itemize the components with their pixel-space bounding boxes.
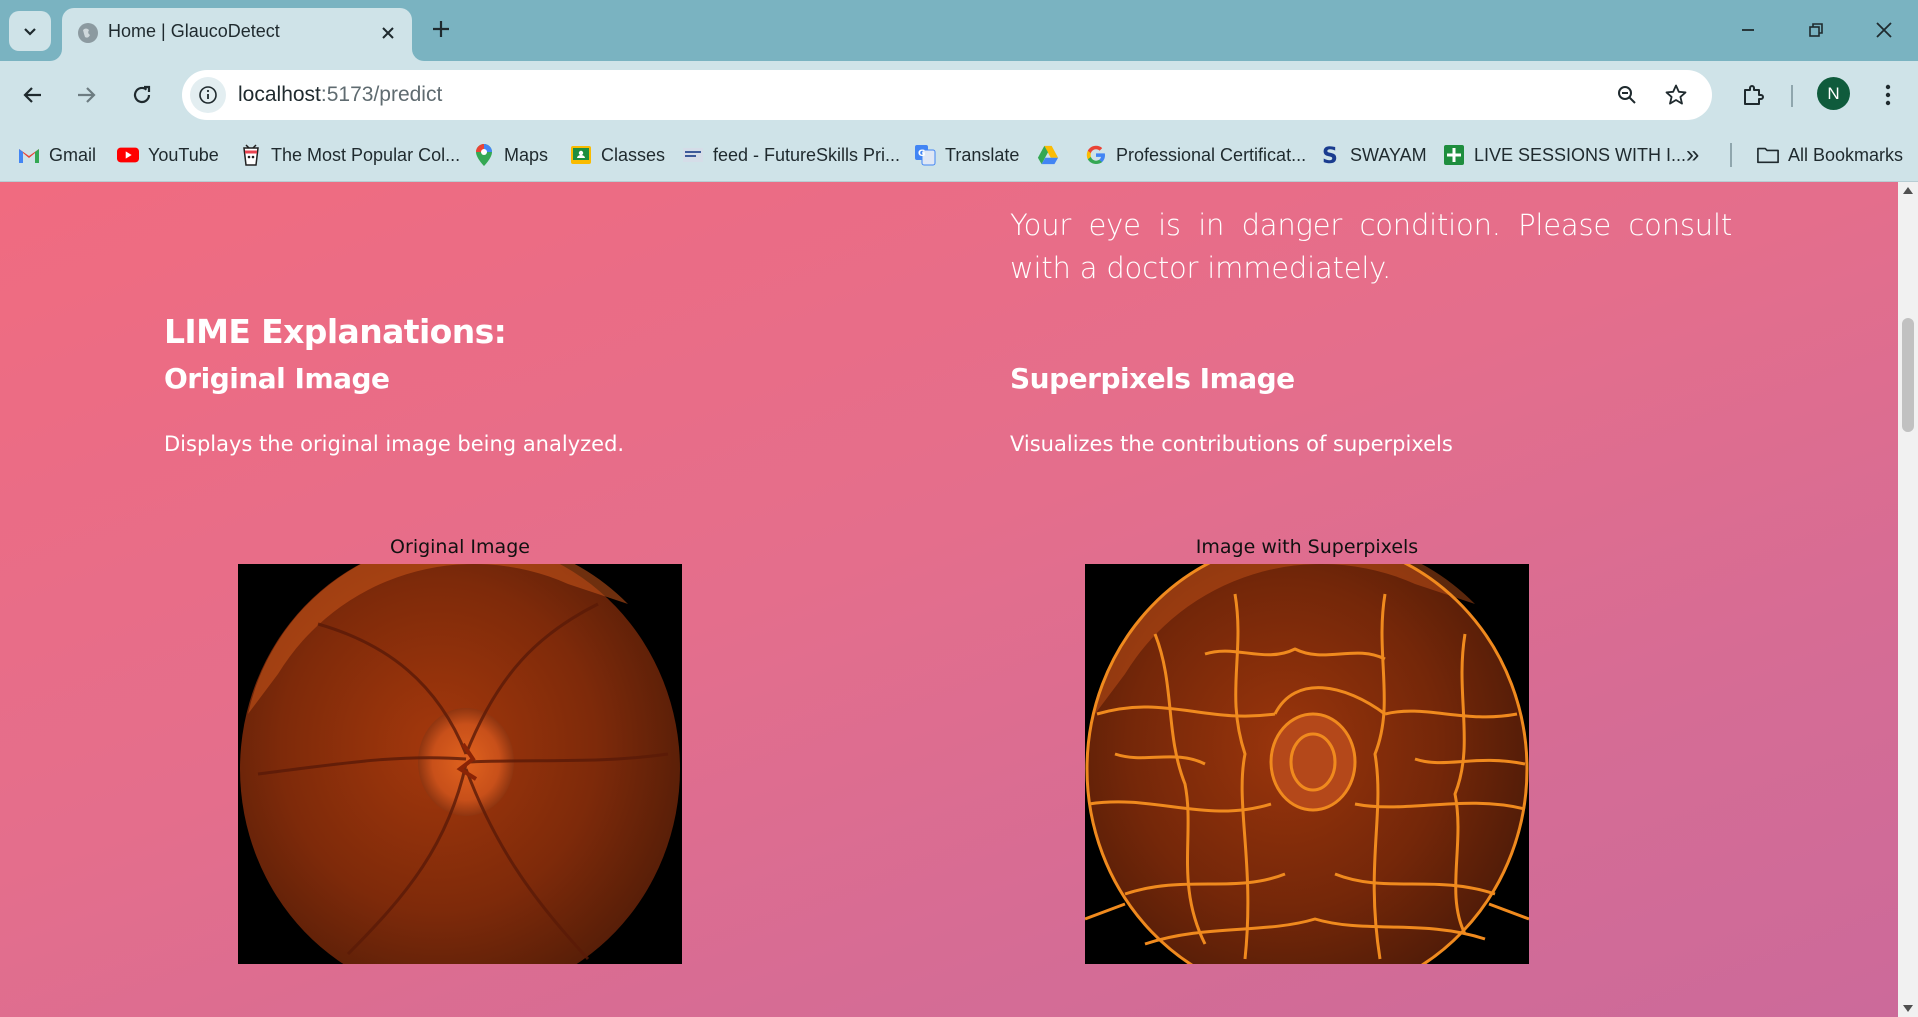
browser-toolbar: localhost:5173/predict N (0, 61, 1918, 129)
bookmark-classes[interactable]: Classes (570, 138, 665, 172)
reload-icon (133, 85, 151, 104)
arrow-left-icon (23, 87, 41, 103)
close-window-button[interactable] (1862, 12, 1906, 48)
tab-title: Home | GlaucoDetect (108, 21, 280, 41)
bookmark-translate[interactable]: G Translate (914, 138, 1019, 172)
site-info-button[interactable] (190, 77, 226, 113)
bookmarks-divider (1730, 143, 1732, 167)
info-icon (199, 86, 217, 104)
extensions-button[interactable] (1733, 75, 1773, 115)
swayam-icon: S (1319, 144, 1341, 166)
bookmark-maps[interactable]: Maps (473, 138, 548, 172)
sheets-icon (1443, 144, 1465, 166)
puzzle-icon (1744, 85, 1764, 105)
bookmark-label: LIVE SESSIONS WITH I... (1474, 144, 1687, 165)
superpixels-fundus-image (1085, 564, 1529, 964)
minimize-icon (1742, 29, 1754, 31)
original-fundus-image (238, 564, 682, 964)
zoom-icon (1618, 86, 1636, 104)
bookmark-label: Translate (945, 144, 1020, 165)
bookmark-drive[interactable] (1037, 138, 1068, 172)
url-path: :5173/predict (320, 83, 443, 106)
address-bar[interactable]: localhost:5173/predict (182, 70, 1712, 120)
close-icon (1876, 22, 1892, 38)
bookmark-label: feed - FutureSkills Pri... (713, 144, 901, 165)
restore-button[interactable] (1794, 12, 1838, 48)
tab-search-button[interactable] (9, 11, 51, 51)
star-icon (1665, 84, 1687, 105)
bookmark-label: Gmail (49, 144, 97, 165)
new-tab-button[interactable] (426, 14, 456, 44)
reload-button[interactable] (122, 75, 162, 115)
prediction-result-message: Your eye is in danger condition. Please … (1010, 208, 1732, 285)
url-text[interactable]: localhost:5173/predict (238, 83, 442, 107)
active-tab[interactable]: Home | GlaucoDetect (62, 8, 412, 61)
scroll-down-arrow-icon[interactable] (1903, 1005, 1913, 1012)
gmail-icon (18, 144, 40, 166)
url-host: localhost (238, 83, 321, 106)
superpixels-image-description: Visualizes the contributions of superpix… (1010, 432, 1453, 456)
youtube-icon (117, 144, 139, 166)
toolbar-divider (1791, 85, 1793, 107)
bookmark-youtube[interactable]: YouTube (117, 138, 219, 172)
bookmarks-bar: Gmail YouTube The Most Popular Col... Ma… (0, 129, 1918, 182)
kebab-menu-icon (1885, 84, 1891, 106)
translate-icon: G (914, 144, 936, 166)
classroom-icon (570, 144, 592, 166)
original-figure-caption: Original Image (390, 536, 530, 558)
tab-strip: Home | GlaucoDetect (0, 0, 1918, 61)
bookmark-label: Professional Certificat... (1116, 144, 1307, 165)
bookmark-label: The Most Popular Col... (271, 144, 461, 165)
bookmark-label: Maps (504, 144, 549, 165)
page-scrollbar[interactable] (1898, 182, 1918, 1017)
drive-icon (1037, 144, 1059, 166)
browser-menu-button[interactable] (1868, 75, 1908, 115)
minimize-button[interactable] (1726, 12, 1770, 48)
profile-avatar[interactable]: N (1817, 77, 1850, 110)
bookmark-professional-certificate[interactable]: Professional Certificat... (1085, 138, 1306, 172)
google-icon (1085, 144, 1107, 166)
tab-close-button[interactable] (374, 19, 402, 47)
original-image-description: Displays the original image being analyz… (164, 432, 625, 456)
bookmark-swayam[interactable]: S SWAYAM (1319, 138, 1427, 172)
all-bookmarks-label: All Bookmarks (1788, 144, 1904, 165)
back-button[interactable] (13, 75, 53, 115)
folder-icon (1757, 144, 1779, 166)
scroll-up-arrow-icon[interactable] (1903, 187, 1913, 194)
svg-text:G: G (918, 149, 925, 159)
bookmark-futureskills[interactable]: feed - FutureSkills Pri... (682, 138, 900, 172)
bookmark-star-button[interactable] (1660, 79, 1692, 111)
bookmark-label: Classes (601, 144, 666, 165)
all-bookmarks-button[interactable]: All Bookmarks (1757, 138, 1903, 172)
maps-pin-icon (473, 144, 495, 166)
restore-icon (1809, 23, 1823, 37)
close-icon (382, 27, 394, 39)
zoom-button[interactable] (1611, 79, 1643, 111)
arrow-right-icon (78, 87, 96, 103)
page-viewport: Your eye is in danger condition. Please … (0, 182, 1898, 1017)
original-image-heading: Original Image (164, 362, 390, 395)
bookmark-popular[interactable]: The Most Popular Col... (240, 138, 460, 172)
globe-icon (78, 23, 98, 43)
chevron-double-right-icon: » (1686, 141, 1700, 168)
lime-explanations-heading: LIME Explanations: (164, 312, 507, 351)
scrollbar-thumb[interactable] (1902, 318, 1914, 432)
bookmark-gmail[interactable]: Gmail (18, 138, 96, 172)
futureskills-icon (682, 144, 704, 166)
bookmark-live-sessions[interactable]: LIVE SESSIONS WITH I... (1443, 138, 1686, 172)
bookmark-label: YouTube (148, 144, 219, 165)
bookmarks-overflow-button[interactable]: » (1686, 138, 1699, 172)
svg-text:S: S (1322, 144, 1338, 166)
superpixels-figure-caption: Image with Superpixels (1195, 536, 1419, 558)
chevron-down-icon (24, 28, 36, 36)
forward-button[interactable] (66, 75, 106, 115)
plus-icon (433, 21, 449, 37)
bookmark-label: SWAYAM (1350, 144, 1427, 165)
superpixels-image-heading: Superpixels Image (1010, 362, 1295, 395)
cup-icon (240, 144, 262, 166)
